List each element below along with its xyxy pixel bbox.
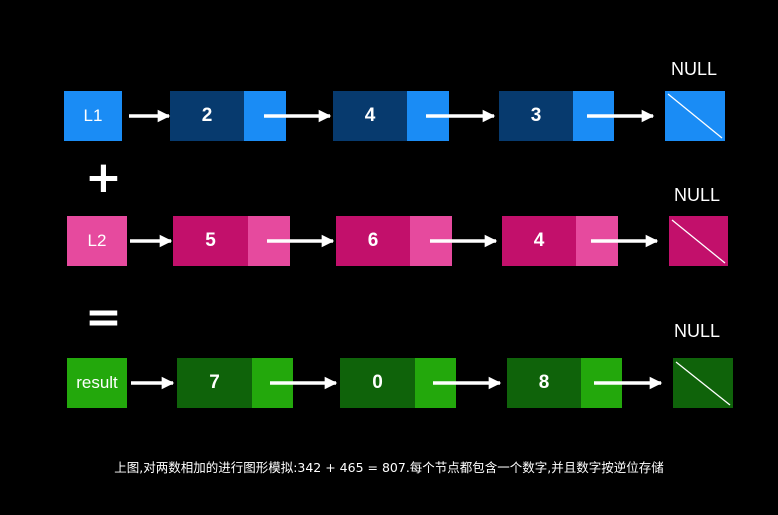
arrows-layer	[129, 93, 731, 406]
caption: 上图,对两数相加的进行图形模拟:342 + 465 = 807.每个节点都包含一…	[114, 460, 664, 475]
null-slash-icon	[671, 219, 726, 264]
null-slash-icon	[667, 93, 723, 139]
null-slash-icon	[675, 361, 731, 406]
